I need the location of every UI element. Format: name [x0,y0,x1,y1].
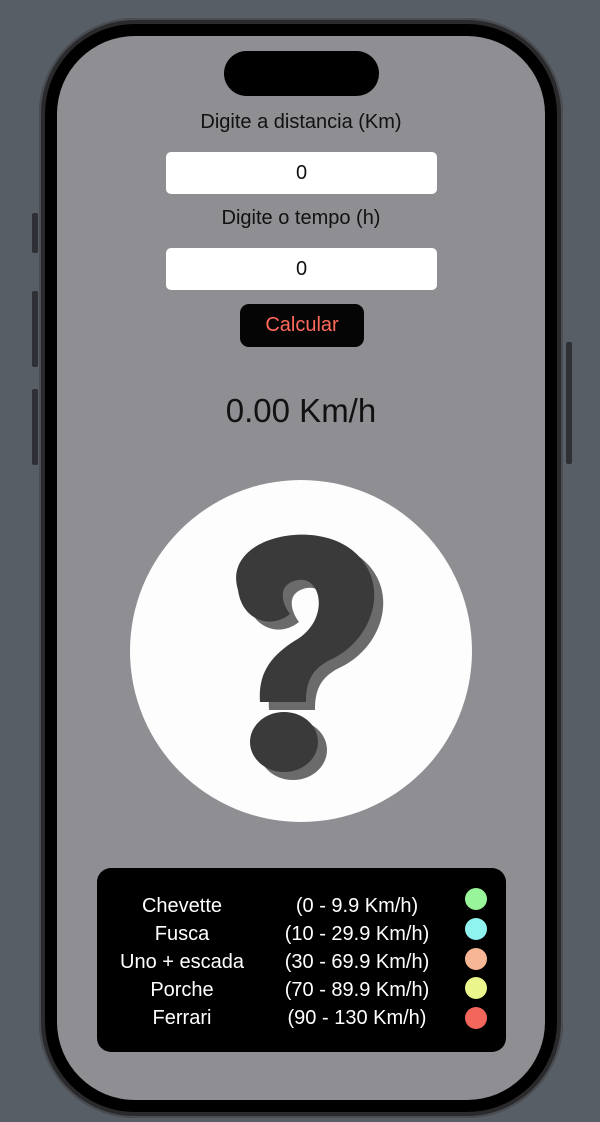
legend-speed-range: (10 - 29.9 Km/h) [284,923,430,945]
legend-car-name: Fusca [154,923,210,945]
calculate-button[interactable]: Calcular [240,304,364,347]
question-mark-icon [236,534,384,780]
dynamic-island [224,51,379,96]
legend-row: Uno + escada (30 - 69.9 Km/h) [97,948,506,976]
legend-row: Fusca (10 - 29.9 Km/h) [97,918,506,948]
legend-row: Porche (70 - 89.9 Km/h) [97,976,506,1004]
legend-car-name: Porche [150,979,214,1001]
legend-speed-range: (70 - 89.9 Km/h) [284,979,430,1001]
legend-row: Chevette (0 - 9.9 Km/h) [97,888,506,920]
speed-legend: Chevette (0 - 9.9 Km/h) Fusca (10 - 29.9… [97,868,506,1052]
legend-color-dot [465,977,487,999]
distance-input[interactable] [166,152,437,194]
legend-color-dot [465,918,487,940]
time-label: Digite o tempo (h) [221,207,381,229]
volume-down-button [32,389,38,465]
legend-speed-range: (30 - 69.9 Km/h) [284,951,430,973]
legend-color-dot [465,888,487,910]
legend-speed-range: (0 - 9.9 Km/h) [295,895,419,917]
app-screen: Digite a distancia (Km) Digite o tempo (… [57,36,545,1100]
legend-car-name: Uno + escada [120,951,244,973]
volume-up-button [32,291,38,367]
legend-car-name: Ferrari [152,1007,212,1029]
distance-label: Digite a distancia (Km) [200,111,402,133]
action-button [32,213,38,253]
legend-row: Ferrari (90 - 130 Km/h) [97,1004,506,1032]
power-button [566,342,572,464]
legend-color-dot [465,1007,487,1029]
legend-speed-range: (90 - 130 Km/h) [287,1007,427,1029]
time-input[interactable] [166,248,437,290]
speed-result: 0.00 Km/h [225,392,377,429]
legend-color-dot [465,948,487,970]
car-image [130,480,472,822]
legend-car-name: Chevette [141,895,223,917]
